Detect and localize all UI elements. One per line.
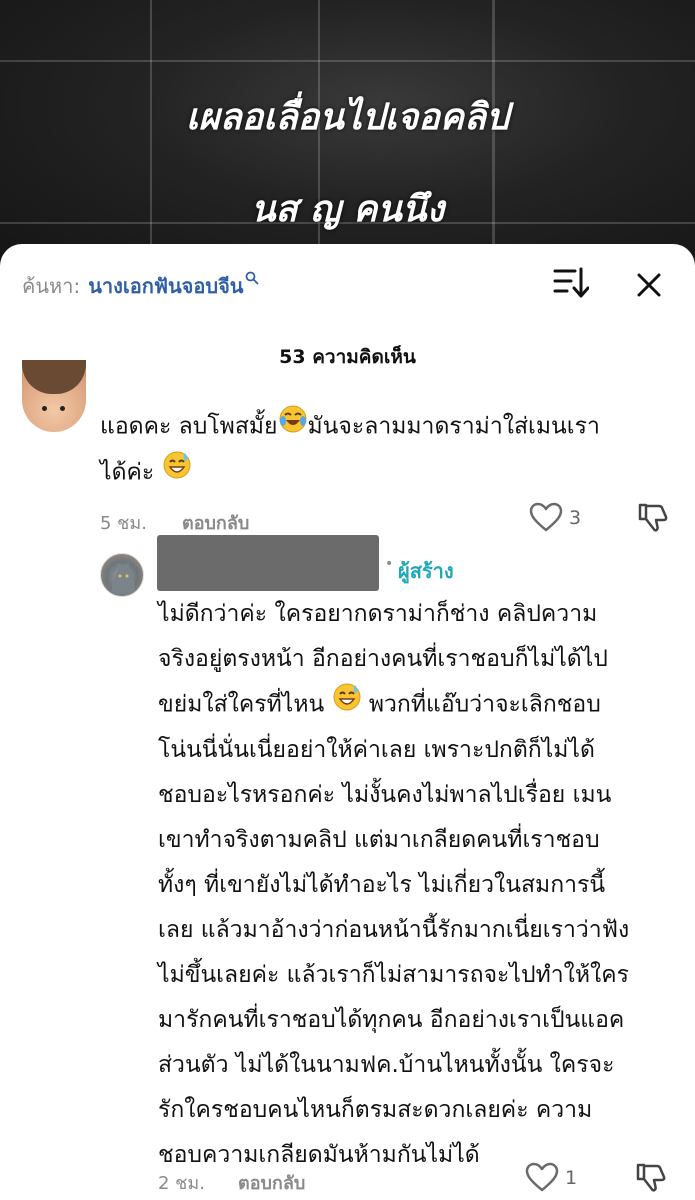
comment-line: มารักคนที่เราชอบได้ทุกคน อีกอย่างเราเป็น… [158,1007,625,1033]
separator-dot: • [385,556,394,572]
close-icon[interactable] [630,266,668,304]
tears-of-joy-emoji-icon [278,404,308,450]
comment-count: 53 ความคิดเห็น [279,346,416,368]
search-prefix: ค้นหา: [22,274,81,298]
comment-line: พวกที่แอ๊บว่าจะเลิกชอบ [368,691,601,718]
sort-icon[interactable] [553,266,590,300]
comment-line: ชอบความเกลียดมันห้ามกันไม่ได้ [158,1142,480,1168]
redacted-username [157,535,379,591]
search-suggestion[interactable]: ค้นหา: นางเอกฟันจอบจีน [22,270,259,302]
comment-time: 2 ชม. [158,1173,205,1194]
reply-button[interactable]: ตอบกลับ [238,1168,305,1197]
comment-line: เลย แล้วมาอ้างว่าก่อนหน้านี้รักมากเนี่ยเ… [158,917,630,943]
comment-line: ทั้งๆ ที่เขายังไม่ได้ทำอะไร ไม่เกี่ยวในส… [158,872,606,898]
comment-line: เขาทำจริงตามคลิป แต่มาเกลียดคนที่เราชอบ [158,827,600,853]
dislike-icon[interactable] [637,501,669,533]
search-icon[interactable] [245,266,259,290]
comment-body: แอดคะ ลบโพสมั้ย มันจะลามมาดราม่าใส่เมนเรา… [100,404,670,496]
video-caption-line1: เผลอเลื่อนไปเจอคลิป [186,97,509,138]
comment-text-part: มันจะลามมาดราม่าใส่เมนเรา [307,413,600,440]
video-background: เผลอเลื่อนไปเจอคลิป นส ญ คนนึง [0,0,695,262]
comment-line: ชอบอะไรหรอกค่ะ ไม่งั้นคงไม่พาลไปเรื่อย เ… [158,782,612,808]
comment-line: รักใครชอบคนไหนก็ตรมสะดวกเลยค่ะ ความ [158,1097,593,1123]
comment-text-part: ได้ค่ะ [100,459,155,486]
like-count: 3 [569,507,582,529]
comment-line: ไม่ขึ้นเลยค่ะ แล้วเราก็ไม่สามารถจะไปทำให… [158,962,630,988]
comment-body: ไม่ดีกว่าค่ะ ใครอยากดราม่าก็ช่าง คลิปควา… [158,592,678,1178]
reply-button[interactable]: ตอบกลับ [182,508,249,537]
search-term[interactable]: นางเอกฟันจอบจีน [88,270,243,302]
grinning-sweat-emoji-icon [332,682,362,728]
creator-badge: ผู้สร้าง [398,559,454,583]
grinning-sweat-emoji-icon [162,450,192,496]
comment-text-part: แอดคะ ลบโพสมั้ย [100,413,278,440]
comment-time: 5 ชม. [100,513,147,534]
heart-icon[interactable] [529,502,563,532]
comment-line: ไม่ดีกว่าค่ะ ใครอยากดราม่าก็ช่าง คลิปควา… [158,601,598,627]
like-count: 1 [565,1167,578,1189]
video-caption-line2: นส ญ คนนึง [250,189,445,230]
comment-line: ขย่มใส่ใครที่ไหน [158,691,325,718]
comment-line: จริงอยู่ตรงหน้า อีกอย่างคนที่เราชอบก็ไม่… [158,646,608,672]
heart-icon[interactable] [525,1162,559,1192]
comment-line: ส่วนตัว ไม่ได้ในนามฟค.บ้านไหนทั้งนั้น ใค… [158,1052,615,1078]
avatar[interactable] [100,553,144,597]
avatar[interactable] [22,360,86,432]
comments-sheet: ค้นหา: นางเอกฟันจอบจีน 53 ความคิดเห็น แอ… [0,244,695,1200]
comment-line: โน่นนี่นั่นเนี่ยอย่าให้ค่าเลย เพราะปกติก… [158,737,595,763]
dislike-icon[interactable] [635,1161,667,1193]
